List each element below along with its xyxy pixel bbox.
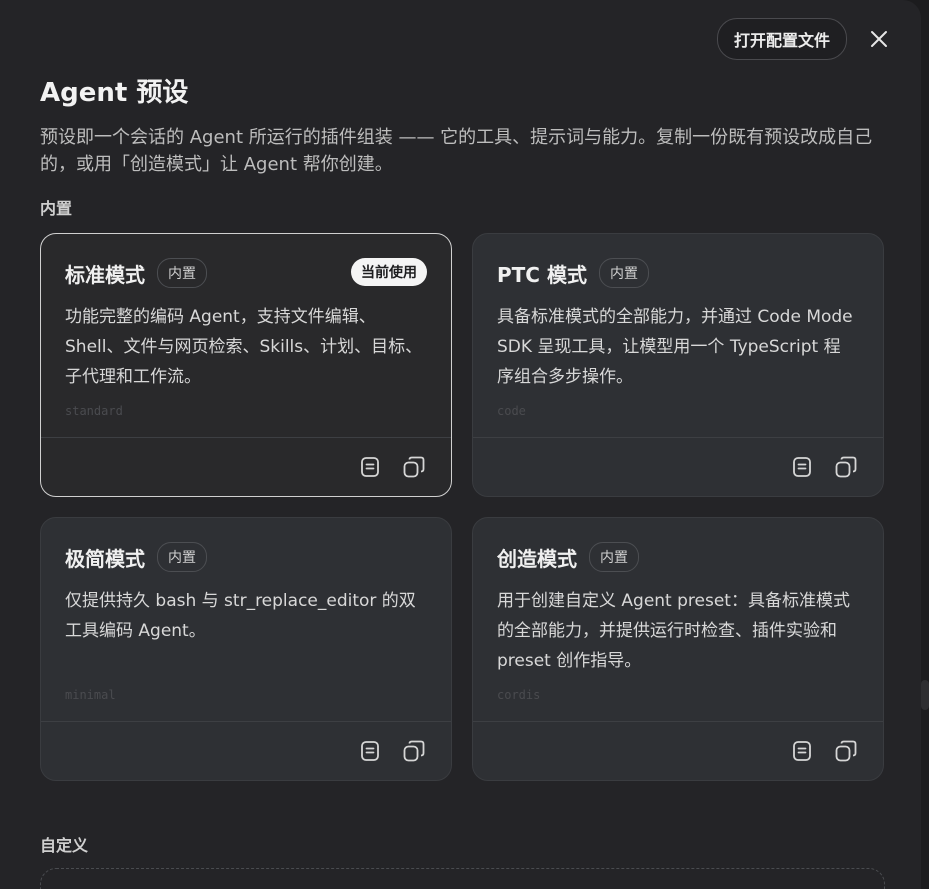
- builtin-badge: 内置: [157, 258, 207, 288]
- copy-icon: [835, 740, 857, 762]
- close-icon: [871, 31, 887, 47]
- card-header: PTC 模式 内置: [497, 258, 649, 288]
- view-preset-button[interactable]: [789, 454, 815, 480]
- copy-preset-button[interactable]: [833, 738, 859, 764]
- card-actions: [357, 454, 427, 480]
- open-config-button[interactable]: 打开配置文件: [716, 18, 847, 60]
- copy-preset-button[interactable]: [833, 454, 859, 480]
- card-title: PTC 模式: [497, 262, 587, 287]
- card-id: standard: [65, 404, 123, 418]
- current-badge: 当前使用: [351, 258, 427, 286]
- preset-card-standard[interactable]: 标准模式 内置 当前使用 功能完整的编码 Agent，支持文件编辑、Shell、…: [40, 233, 452, 497]
- document-icon: [793, 741, 811, 761]
- copy-icon: [403, 456, 425, 478]
- view-preset-button[interactable]: [357, 454, 383, 480]
- document-icon: [361, 457, 379, 477]
- card-id: minimal: [65, 688, 116, 702]
- card-divider: [473, 437, 883, 438]
- card-description: 具备标准模式的全部能力，并通过 Code Mode SDK 呈现工具，让模型用一…: [497, 307, 853, 387]
- custom-section-label: 自定义: [40, 836, 89, 855]
- card-divider: [41, 721, 451, 722]
- copy-preset-button[interactable]: [401, 454, 427, 480]
- copy-icon: [835, 456, 857, 478]
- card-title: 标准模式: [65, 262, 145, 287]
- builtin-badge: 内置: [589, 542, 639, 572]
- card-divider: [41, 437, 451, 438]
- builtin-section-label: 内置: [40, 199, 73, 218]
- card-id: code: [497, 404, 526, 418]
- card-header: 标准模式 内置: [65, 258, 207, 288]
- card-description: 仅提供持久 bash 与 str_replace_editor 的双工具编码 A…: [65, 591, 416, 641]
- view-preset-button[interactable]: [357, 738, 383, 764]
- card-actions: [789, 738, 859, 764]
- builtin-badge: 内置: [157, 542, 207, 572]
- custom-presets-area[interactable]: [40, 868, 885, 889]
- page-title: Agent 预设: [40, 78, 189, 108]
- card-title: 极简模式: [65, 546, 145, 571]
- preset-card-cordis[interactable]: 创造模式 内置 用于创建自定义 Agent preset：具备标准模式的全部能力…: [472, 517, 884, 781]
- copy-preset-button[interactable]: [401, 738, 427, 764]
- card-description: 用于创建自定义 Agent preset：具备标准模式的全部能力，并提供运行时检…: [497, 591, 850, 671]
- builtin-badge: 内置: [598, 258, 649, 288]
- view-preset-button[interactable]: [789, 738, 815, 764]
- preset-card-minimal[interactable]: 极简模式 内置 仅提供持久 bash 与 str_replace_editor …: [40, 517, 452, 781]
- card-id: cordis: [497, 688, 541, 702]
- card-actions: [789, 454, 859, 480]
- page-description: 预设即一个会话的 Agent 所运行的插件组装 —— 它的工具、提示词与能力。复…: [40, 127, 873, 175]
- card-divider: [473, 721, 883, 722]
- card-description: 功能完整的编码 Agent，支持文件编辑、Shell、文件与网页检索、Skill…: [65, 307, 423, 387]
- card-title: 创造模式: [497, 546, 577, 571]
- close-button[interactable]: [861, 21, 897, 57]
- card-header: 极简模式 内置: [65, 542, 207, 572]
- card-header: 创造模式 内置: [497, 542, 639, 572]
- preset-card-code[interactable]: PTC 模式 内置 具备标准模式的全部能力，并通过 Code Mode SDK …: [472, 233, 884, 497]
- scrollbar[interactable]: [921, 680, 929, 710]
- top-bar: 打开配置文件: [716, 18, 897, 60]
- agent-presets-panel: 打开配置文件 Agent 预设 预设即一个会话的 Agent 所运行的插件组装 …: [0, 0, 921, 889]
- document-icon: [793, 457, 811, 477]
- copy-icon: [403, 740, 425, 762]
- document-icon: [361, 741, 379, 761]
- card-actions: [357, 738, 427, 764]
